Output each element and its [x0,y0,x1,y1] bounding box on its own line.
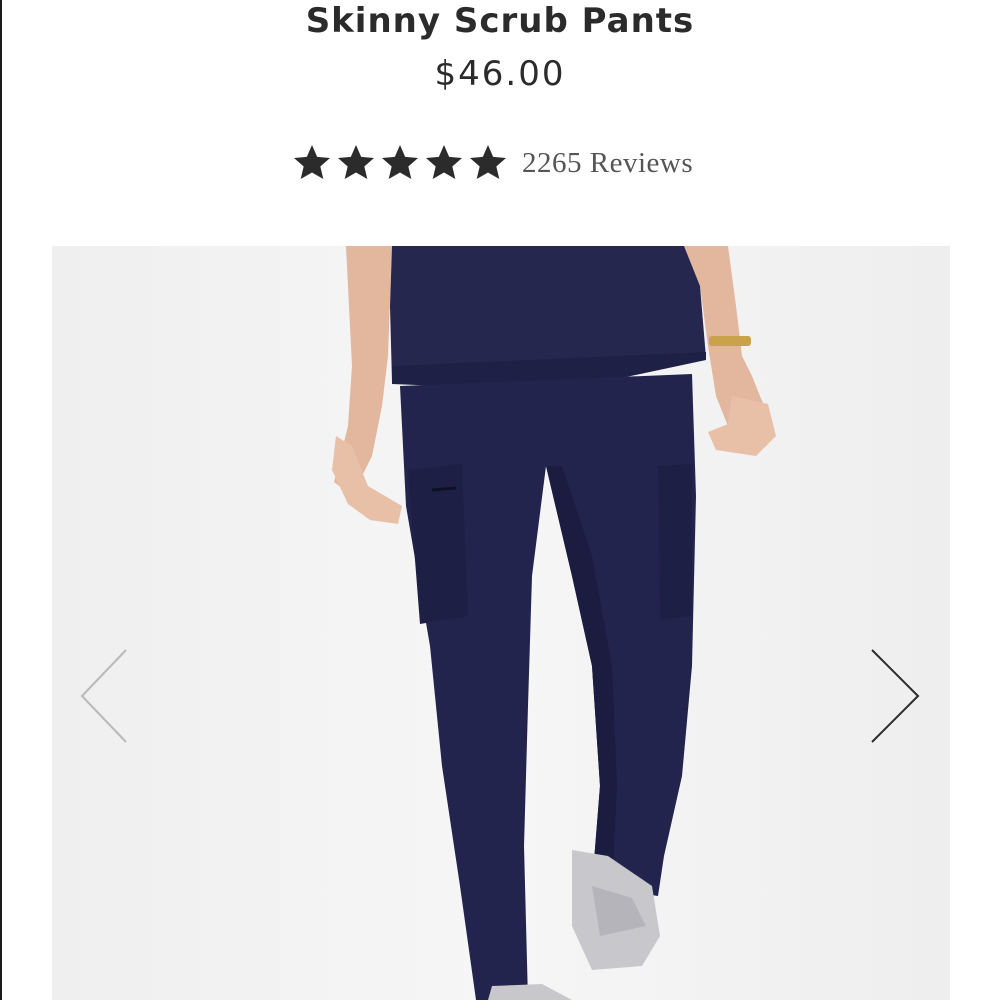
product-image-gallery[interactable] [52,246,950,1000]
page-edge-line [0,0,2,1000]
star-icon [380,142,424,184]
product-price: $46.00 [434,54,566,94]
gallery-prev-button[interactable] [70,642,130,752]
star-icon [468,142,512,184]
product-photo [52,246,950,1000]
chevron-right-icon [871,649,920,743]
rating-stars [292,142,512,184]
gallery-next-button[interactable] [864,642,924,752]
star-icon [424,142,468,184]
star-icon [292,142,336,184]
chevron-left-icon [80,649,127,743]
product-title: Skinny Scrub Pants [305,1,695,41]
reviews-count-link[interactable]: 2265 Reviews [522,147,693,180]
rating-summary[interactable]: 2265 Reviews [292,141,693,185]
star-icon [336,142,380,184]
